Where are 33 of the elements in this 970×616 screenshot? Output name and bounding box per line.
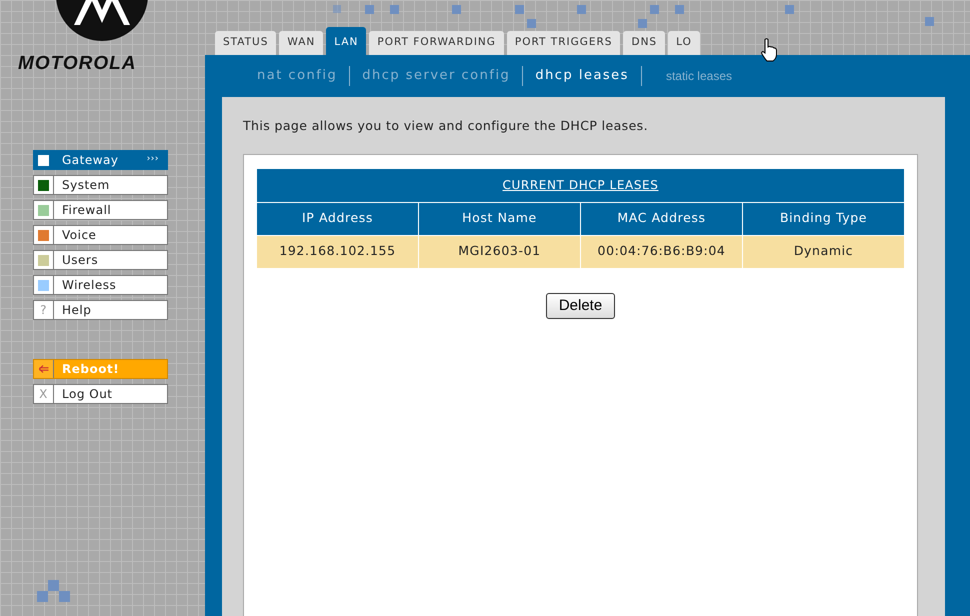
subnav-link[interactable]: dhcp leases bbox=[523, 66, 641, 86]
nav-tab[interactable]: STATUS bbox=[215, 31, 276, 55]
sidebar-item[interactable]: X Log Out bbox=[33, 384, 168, 404]
nav-tab[interactable]: PORT TRIGGERS bbox=[506, 31, 620, 55]
brand-name: MOTOROLA bbox=[18, 52, 136, 76]
column-header: IP Address bbox=[256, 202, 418, 236]
nav-tab[interactable]: LO bbox=[668, 31, 700, 55]
glyph-icon: X bbox=[39, 385, 48, 403]
sidebar-item[interactable]: Gateway ››› bbox=[33, 150, 168, 170]
column-header: Binding Type bbox=[742, 202, 904, 236]
nav-tab[interactable]: WAN bbox=[279, 31, 324, 55]
corner-pattern-drawing bbox=[37, 580, 70, 602]
sidebar-item[interactable]: System bbox=[33, 175, 168, 195]
table-cell: MGI2603-01 bbox=[418, 235, 580, 268]
table-cell: 00:04:76:B6:B9:04 bbox=[580, 235, 742, 268]
sidebar-item[interactable]: ? Help bbox=[33, 300, 168, 320]
nav-tab[interactable]: LAN bbox=[326, 27, 366, 55]
table-cell: 192.168.102.155 bbox=[256, 235, 418, 268]
nav-tab[interactable]: PORT FORWARDING bbox=[369, 31, 504, 55]
sidebar-item[interactable]: Voice bbox=[33, 225, 168, 245]
sidebar-item[interactable]: Wireless bbox=[33, 275, 168, 295]
table-cell: Dynamic bbox=[742, 235, 904, 268]
hand-cursor-icon bbox=[760, 38, 778, 62]
nav-tab[interactable]: DNS bbox=[623, 31, 666, 55]
glyph-icon: ? bbox=[40, 301, 47, 319]
sidebar-item[interactable]: Users bbox=[33, 250, 168, 270]
sidebar-item[interactable]: Firewall bbox=[33, 200, 168, 220]
column-header: Host Name bbox=[418, 202, 580, 236]
column-header: MAC Address bbox=[580, 202, 742, 236]
back-arrow-icon bbox=[38, 365, 48, 373]
table-title: CURRENT DHCP LEASES bbox=[256, 168, 904, 202]
delete-button[interactable]: Delete bbox=[546, 292, 616, 320]
intro-text: This page allows you to view and configure the DHCP leases. bbox=[243, 117, 649, 135]
